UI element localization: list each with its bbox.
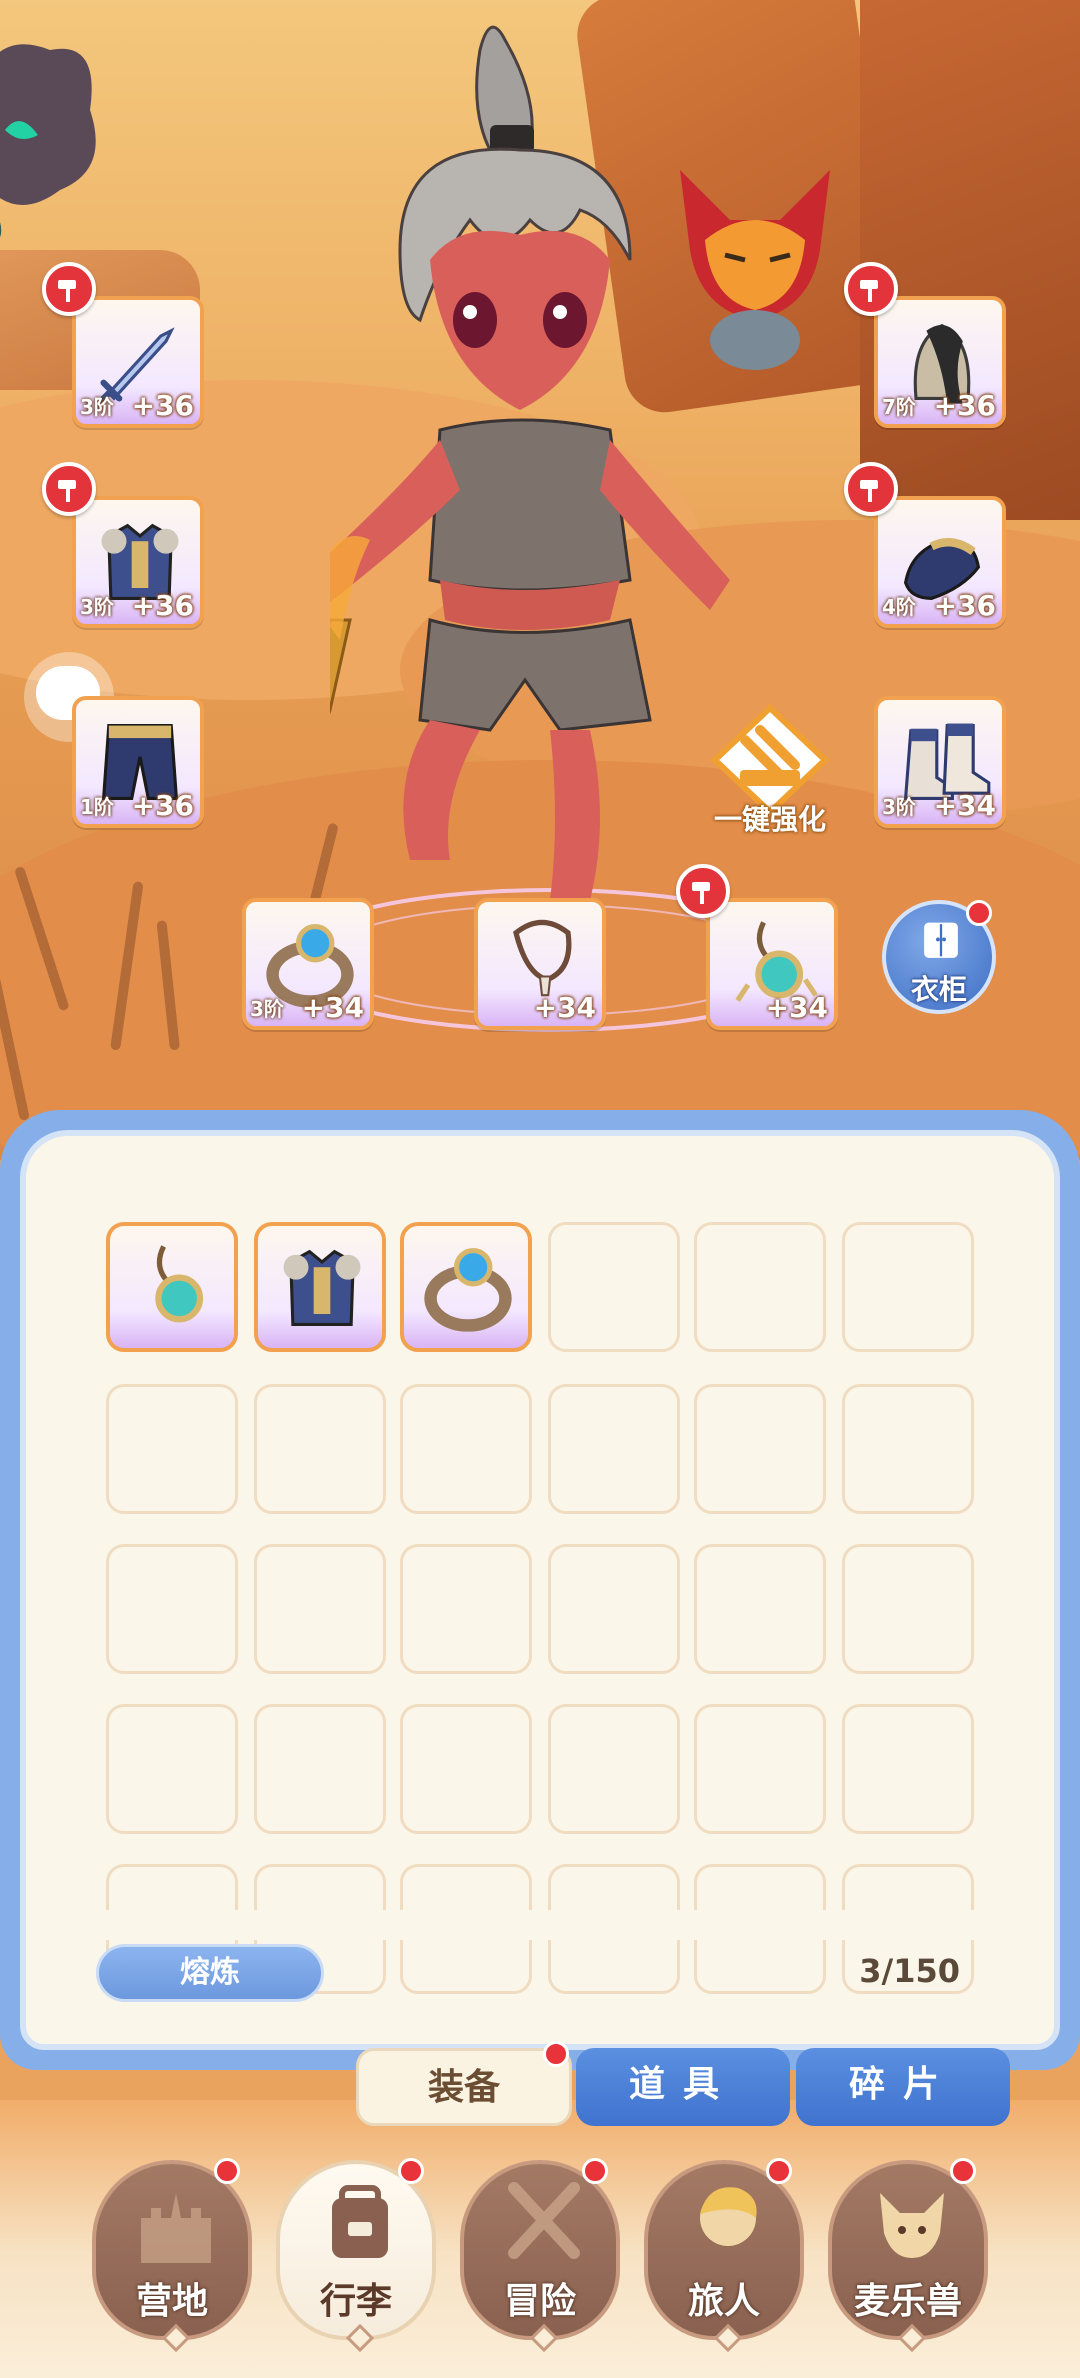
grid-scroll-mask: [60, 1910, 1020, 1940]
nav-adventure-label: 冒险: [503, 2281, 576, 2322]
inventory-empty-slot[interactable]: [842, 1222, 974, 1352]
inventory-item-armor[interactable]: [254, 1222, 386, 1352]
equip-slot-armor[interactable]: 3阶 +36: [72, 496, 204, 628]
inventory-empty-slot[interactable]: [548, 1384, 680, 1514]
inventory-empty-slot[interactable]: [106, 1704, 238, 1834]
ring-icon: [424, 1247, 512, 1332]
inventory-item-amulet[interactable]: [106, 1222, 238, 1352]
equip-slot-gauntlet[interactable]: 4阶 +36: [874, 496, 1006, 628]
equip-slot-pants[interactable]: 1阶 +36: [72, 696, 204, 828]
tab-equipment[interactable]: 装备: [356, 2041, 572, 2126]
nav-camp[interactable]: 营地: [92, 2158, 252, 2353]
slot-level: +34: [533, 991, 596, 1024]
equip-slot-helmet[interactable]: 7阶 +36: [874, 296, 1006, 428]
slot-tier: 3阶: [250, 997, 284, 1021]
enhance-hammer-icon[interactable]: [42, 262, 96, 316]
inventory-item-ring[interactable]: [400, 1222, 532, 1352]
tab-fragments[interactable]: 碎片: [796, 2048, 1010, 2126]
wardrobe-icon: [924, 922, 958, 958]
wardrobe-label: 衣柜: [910, 973, 967, 1006]
equip-slot-sword[interactable]: 3阶 +36: [72, 296, 204, 428]
inventory-empty-slot[interactable]: [548, 1544, 680, 1674]
nav-camp-label: 营地: [135, 2281, 208, 2322]
inventory-empty-slot[interactable]: [400, 1384, 532, 1514]
slot-tier: 1阶: [80, 795, 114, 819]
inventory-empty-slot[interactable]: [694, 1544, 826, 1674]
slot-tier: 3阶: [80, 595, 114, 619]
amulet-icon: [155, 1245, 204, 1323]
inventory-empty-slot[interactable]: [548, 1222, 680, 1352]
nav-adventure-badge: [582, 2158, 608, 2184]
slot-level: +34: [301, 991, 364, 1024]
inventory-empty-slot[interactable]: [548, 1704, 680, 1834]
game-scene: 3阶 +36 7阶 +36 3阶 +36 4阶 +36 1阶 +36 3阶 +3…: [0, 0, 1080, 1160]
equip-slot-ring[interactable]: 3阶 +34: [242, 898, 374, 1030]
enhance-hammer-icon[interactable]: [676, 864, 730, 918]
equip-slot-amulet[interactable]: +34: [706, 898, 838, 1030]
nav-traveler[interactable]: 旅人: [644, 2158, 804, 2353]
inventory-empty-slot[interactable]: [400, 1544, 532, 1674]
enhance-hammer-icon[interactable]: [844, 262, 898, 316]
inventory-empty-slot[interactable]: [842, 1704, 974, 1834]
inventory-empty-slot[interactable]: [254, 1544, 386, 1674]
nav-pet-badge: [950, 2158, 976, 2184]
nav-camp-badge: [214, 2158, 240, 2184]
inventory-empty-slot[interactable]: [842, 1384, 974, 1514]
smelt-button[interactable]: 熔炼: [96, 1944, 324, 2002]
slot-level: +36: [131, 589, 194, 622]
enhance-hammer-icon[interactable]: [844, 462, 898, 516]
inventory-empty-slot[interactable]: [694, 1704, 826, 1834]
tab-fragments-label: 碎片: [848, 2064, 957, 2105]
inventory-empty-slot[interactable]: [106, 1384, 238, 1514]
slot-level: +34: [765, 991, 828, 1024]
crossed-swords-icon: [508, 2182, 580, 2259]
inventory-empty-slot[interactable]: [254, 1384, 386, 1514]
nav-adventure[interactable]: 冒险: [460, 2158, 620, 2353]
castle-icon: [141, 2193, 211, 2263]
slot-level: +34: [933, 789, 996, 822]
tab-items-label: 道具: [628, 2064, 737, 2105]
wardrobe-badge: [966, 900, 992, 926]
nav-pet[interactable]: 麦乐兽: [828, 2158, 988, 2353]
equip-slot-necklace[interactable]: +34: [474, 898, 606, 1030]
wardrobe-button[interactable]: 衣柜: [882, 900, 996, 1014]
tab-items[interactable]: 道具: [576, 2048, 790, 2126]
equip-slot-boots[interactable]: 3阶 +34: [874, 696, 1006, 828]
inventory-empty-slot[interactable]: [254, 1704, 386, 1834]
inventory-capacity: 3/150: [859, 1952, 960, 1990]
slot-tier: 3阶: [80, 395, 114, 419]
slot-tier: 3阶: [882, 795, 916, 819]
shadow-monster-figure: [0, 44, 96, 238]
slot-tier: 4阶: [882, 595, 916, 619]
slot-tier: 7阶: [882, 395, 916, 419]
pet-icon: [880, 2193, 944, 2258]
fox-pet-figure: [680, 170, 830, 370]
inventory-empty-slot[interactable]: [694, 1384, 826, 1514]
nav-traveler-label: 旅人: [687, 2281, 760, 2322]
nav-luggage-badge: [398, 2158, 424, 2184]
nav-pet-label: 麦乐兽: [853, 2281, 962, 2322]
player-character-figure: [330, 25, 730, 900]
armor-icon: [283, 1249, 361, 1326]
backpack-icon: [332, 2185, 388, 2258]
slot-level: +36: [933, 389, 996, 422]
tab-equipment-badge: [543, 2041, 569, 2067]
inventory-empty-slot[interactable]: [694, 1222, 826, 1352]
tab-equipment-label: 装备: [427, 2067, 500, 2108]
slot-level: +36: [933, 589, 996, 622]
nav-luggage-label: 行李: [319, 2281, 392, 2322]
inventory-empty-slot[interactable]: [400, 1704, 532, 1834]
traveler-icon: [700, 2187, 757, 2246]
inventory-empty-slot[interactable]: [842, 1544, 974, 1674]
inventory-empty-slot[interactable]: [106, 1544, 238, 1674]
slot-level: +36: [131, 389, 194, 422]
slot-level: +36: [131, 789, 194, 822]
one-key-enhance-label: 一键强化: [713, 803, 826, 836]
enhance-hammer-icon[interactable]: [42, 462, 96, 516]
nav-luggage[interactable]: 行李: [276, 2158, 436, 2353]
nav-traveler-badge: [766, 2158, 792, 2184]
